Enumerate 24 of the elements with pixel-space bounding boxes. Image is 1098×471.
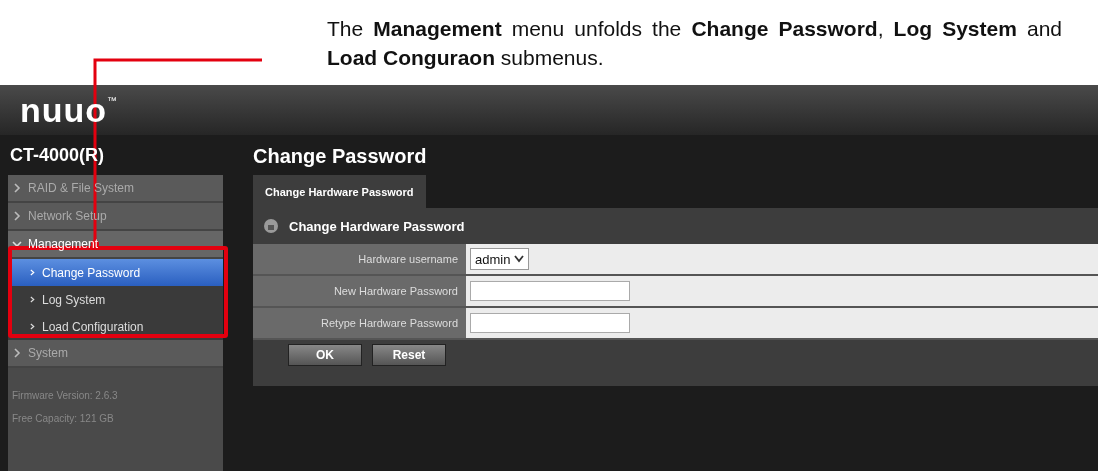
password-field[interactable] <box>470 281 630 301</box>
field-label: Hardware username <box>253 244 466 274</box>
caption-text: The Management menu unfolds the Change Password, Log System and Load Conguraon submenus. <box>327 16 1062 71</box>
password-field[interactable] <box>470 313 630 333</box>
chevron-icon <box>30 296 35 303</box>
info-text: Free Capacity: 121 GB <box>12 412 115 426</box>
chevron-icon <box>12 211 22 221</box>
username-dropdown[interactable]: admin <box>470 248 530 270</box>
trademark-text: ™ <box>107 95 118 106</box>
form-button[interactable]: Reset <box>372 344 446 366</box>
menu-item[interactable]: System <box>8 340 223 368</box>
chevron-icon <box>12 239 22 249</box>
chevron-icon <box>30 269 35 276</box>
info-text: Firmware Version: 2.6.3 <box>12 389 119 403</box>
chevron-icon <box>12 348 22 358</box>
form-button[interactable]: OK <box>288 344 362 366</box>
chevron-icon <box>30 323 35 330</box>
field-label: Retype Hardware Password <box>253 308 466 338</box>
tab[interactable]: Change Hardware Password <box>253 175 426 208</box>
caret-icon <box>514 255 525 263</box>
page-title: Change Password <box>253 144 428 169</box>
chevron-icon <box>12 183 22 193</box>
section-title: Change Hardware Password <box>289 218 465 234</box>
field-label: New Hardware Password <box>253 276 466 306</box>
